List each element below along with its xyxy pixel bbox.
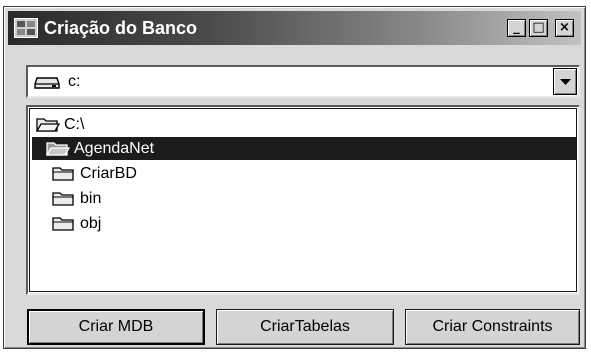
close-button[interactable]: × (555, 19, 574, 37)
folder-icon (52, 190, 76, 207)
chevron-down-icon (560, 79, 571, 85)
list-item-label: obj (80, 215, 102, 232)
criar-mdb-button[interactable]: Criar MDB (27, 309, 205, 345)
folder-icon (52, 165, 76, 182)
maximize-button[interactable]: □ (529, 19, 548, 37)
criar-constraints-button[interactable]: Criar Constraints (405, 309, 580, 345)
window-title: Criação do Banco (44, 18, 198, 38)
list-item[interactable]: obj (52, 212, 252, 235)
folder-icon (52, 215, 76, 232)
list-item-label: AgendaNet (74, 140, 155, 157)
drive-icon (34, 74, 60, 90)
drive-select[interactable]: c: (26, 65, 580, 98)
app-icon (14, 18, 38, 38)
criar-tabelas-button[interactable]: CriarTabelas (216, 309, 394, 345)
open-folder-icon (35, 116, 61, 133)
drive-select-value: c: (68, 73, 81, 90)
list-item-label: bin (80, 190, 102, 207)
list-item[interactable]: bin (52, 187, 252, 210)
list-item-selected[interactable]: AgendaNet (32, 137, 576, 160)
dialog-window: Criação do Banco _ □ × c: C:\ AgendaNet … (3, 6, 586, 349)
list-item[interactable]: C:\ (35, 113, 236, 136)
list-item-label: CriarBD (80, 165, 137, 182)
list-item-label: C:\ (64, 116, 85, 133)
open-folder-icon (45, 140, 71, 157)
list-item[interactable]: CriarBD (52, 162, 252, 185)
directory-list[interactable]: C:\ AgendaNet CriarBD bin obj (26, 105, 580, 295)
dropdown-arrow-button[interactable] (553, 68, 577, 95)
title-bar[interactable]: Criação do Banco _ □ × (8, 11, 581, 45)
minimize-button[interactable]: _ (507, 19, 526, 37)
